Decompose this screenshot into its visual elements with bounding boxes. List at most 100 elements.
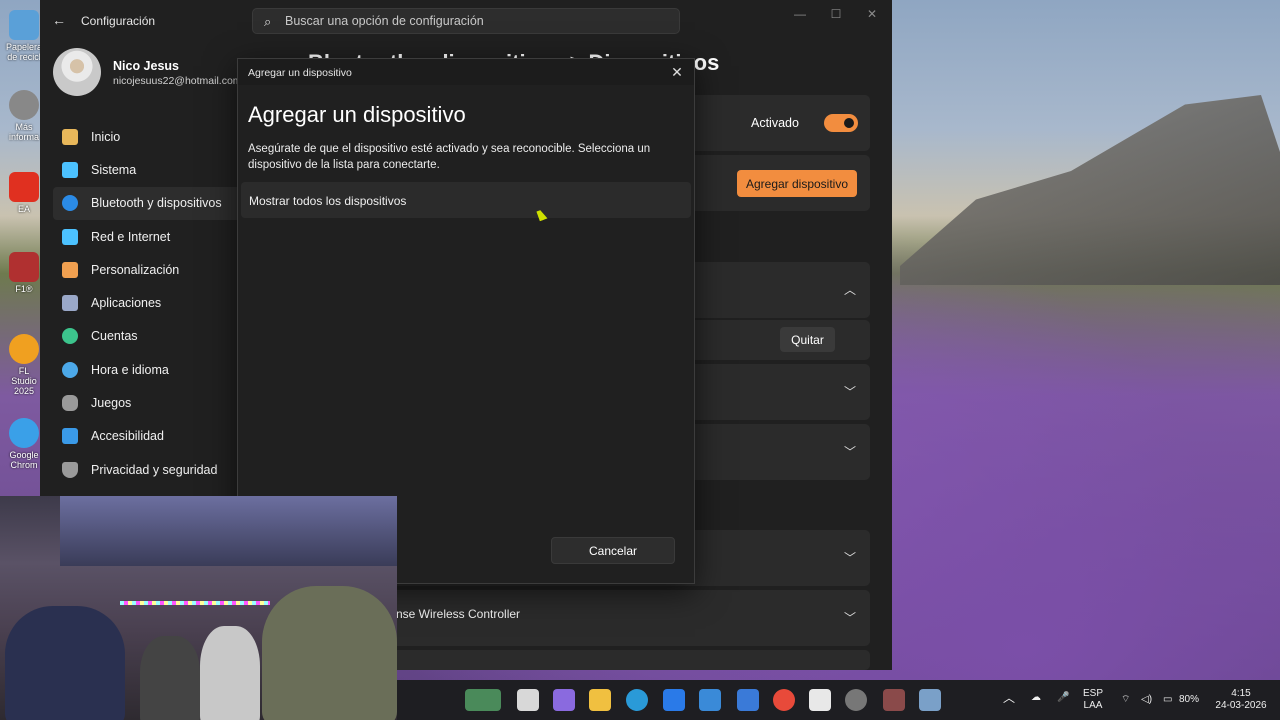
monitor-icon (62, 161, 78, 178)
chevron-down-icon[interactable]: ﹀ (842, 610, 858, 626)
bluetooth-toggle-label: Activado (751, 116, 799, 130)
sidebar-item-bluetooth[interactable]: Bluetooth y dispositivos (53, 186, 243, 220)
clock-globe-icon (62, 361, 78, 378)
sidebar-item-label: Red e Internet (91, 229, 171, 244)
app-title: Configuración (81, 14, 156, 28)
gamepad-icon (62, 395, 78, 412)
sidebar-item-label: Bluetooth y dispositivos (91, 196, 222, 211)
shield-icon (62, 461, 78, 478)
sidebar-item-hora[interactable]: Hora e idioma (53, 353, 243, 386)
webcam-overlay (0, 496, 397, 720)
widgets-icon[interactable] (465, 689, 501, 711)
dropbox-icon[interactable] (663, 689, 685, 711)
battery-percent: 80% (1179, 694, 1200, 705)
steam-icon[interactable] (845, 689, 867, 711)
search-input[interactable] (285, 12, 665, 30)
settings-gear-icon[interactable] (919, 689, 941, 711)
chevron-up-icon[interactable]: ︿ (1003, 692, 1015, 704)
show-all-devices-option[interactable]: Mostrar todos los dispositivos (241, 182, 691, 218)
sidebar-item-label: Accesibilidad (91, 429, 164, 444)
copilot-icon[interactable] (553, 689, 575, 711)
brush-icon (62, 261, 78, 278)
webcam-ceiling (60, 496, 397, 566)
task-view-icon[interactable] (517, 689, 539, 711)
keyboard-layout: LAA (1083, 700, 1103, 711)
show-all-devices-label: Mostrar todos los dispositivos (249, 194, 407, 208)
language-code: ESP (1083, 688, 1104, 699)
volume-icon[interactable]: ◁) (1141, 694, 1152, 706)
desktop-icon-label: Más informa (8, 122, 39, 142)
recycle-bin-icon[interactable]: Papelera de recicl (6, 10, 42, 62)
chevron-up-icon[interactable]: ︿ (842, 282, 858, 298)
search-icon: ⌕ (264, 14, 272, 29)
file-explorer-icon[interactable] (589, 689, 611, 711)
avatar[interactable] (53, 48, 101, 96)
home-icon (62, 128, 78, 145)
remove-button[interactable]: Quitar (780, 327, 835, 352)
add-device-button[interactable]: Agregar dispositivo (737, 170, 857, 197)
webcam-person (5, 606, 125, 720)
sidebar-item-label: Personalización (91, 262, 180, 277)
f1-icon (9, 252, 39, 282)
chrome-icon[interactable] (773, 689, 795, 711)
maximize-icon[interactable]: ☐ (826, 6, 846, 22)
sidebar-item-personalizacion[interactable]: Personalización (53, 253, 243, 286)
edge-icon[interactable] (626, 689, 648, 711)
onedrive-icon[interactable]: ☁ (1031, 692, 1041, 704)
dialog-close-icon[interactable]: ✕ (668, 63, 686, 81)
desktop-icon-label: F1® (15, 284, 33, 294)
battery-icon[interactable]: ▭ (1163, 694, 1172, 706)
store-icon[interactable] (699, 689, 721, 711)
bluetooth-toggle[interactable] (824, 114, 858, 132)
sidebar-item-label: Aplicaciones (91, 296, 162, 311)
sidebar-item-juegos[interactable]: Juegos (53, 386, 243, 419)
desktop-icon-label: Google Chrom (9, 450, 39, 470)
f1-game-icon[interactable]: F1® (6, 252, 42, 294)
sidebar-item-aplicaciones[interactable]: Aplicaciones (53, 286, 243, 319)
chrome-icon (9, 418, 39, 448)
sidebar-item-inicio[interactable]: Inicio (53, 120, 243, 153)
sidebar-item-sistema[interactable]: Sistema (53, 153, 243, 186)
desktop-icons: Papelera de recicl Más informa EA F1® FL… (0, 0, 44, 500)
apps-icon (62, 295, 78, 312)
dialog-titlebar-text: Agregar un dispositivo (248, 67, 352, 79)
ea-app-icon[interactable]: EA (6, 172, 42, 214)
cancel-button[interactable]: Cancelar (551, 537, 675, 564)
webcam-person (200, 626, 260, 720)
chevron-down-icon[interactable]: ﹀ (842, 444, 858, 460)
camera-icon (9, 90, 39, 120)
fl-studio-icon[interactable]: FL Studio 2025 (6, 334, 42, 396)
chevron-down-icon[interactable]: ﹀ (842, 550, 858, 566)
sidebar-item-label: Sistema (91, 162, 137, 177)
game-icon[interactable] (883, 689, 905, 711)
google-chrome-icon[interactable]: Google Chrom (6, 418, 42, 470)
sidebar-item-label: Inicio (91, 129, 121, 144)
search-box[interactable]: ⌕ (252, 8, 680, 34)
accessibility-icon (62, 428, 78, 445)
chevron-down-icon[interactable]: ﹀ (842, 384, 858, 400)
sidebar-item-accesibilidad[interactable]: Accesibilidad (53, 420, 243, 453)
clock[interactable]: 4:15 24-03-2026 (1211, 688, 1271, 712)
mail-icon[interactable] (737, 689, 759, 711)
sidebar-item-label: Juegos (91, 396, 132, 411)
webcam-led-lights (120, 601, 270, 605)
language-indicator[interactable]: ESP LAA (1083, 688, 1103, 712)
sidebar-item-cuentas[interactable]: Cuentas (53, 320, 243, 353)
close-icon[interactable]: ✕ (862, 6, 882, 22)
sidebar-item-label: Privacidad y seguridad (91, 462, 218, 477)
desktop-icon-label: FL Studio 2025 (11, 366, 37, 396)
back-arrow-icon[interactable]: ← (52, 12, 68, 28)
bluetooth-icon (62, 195, 78, 212)
sidebar-item-privacidad[interactable]: Privacidad y seguridad (53, 453, 243, 486)
microphone-icon[interactable]: 🎤 (1057, 692, 1069, 704)
date: 24-03-2026 (1215, 700, 1267, 711)
wifi-icon[interactable]: ⌔ (1121, 694, 1130, 706)
minimize-icon[interactable]: — (790, 6, 810, 22)
more-info-icon[interactable]: Más informa (6, 90, 42, 142)
sidebar-item-label: Hora e idioma (91, 362, 169, 377)
wifi-icon (62, 228, 78, 245)
sidebar-item-red[interactable]: Red e Internet (53, 220, 243, 253)
dialog-heading: Agregar un dispositivo (248, 102, 466, 127)
calendar-icon[interactable] (809, 689, 831, 711)
dialog-titlebar: Agregar un dispositivo ✕ (238, 59, 694, 85)
